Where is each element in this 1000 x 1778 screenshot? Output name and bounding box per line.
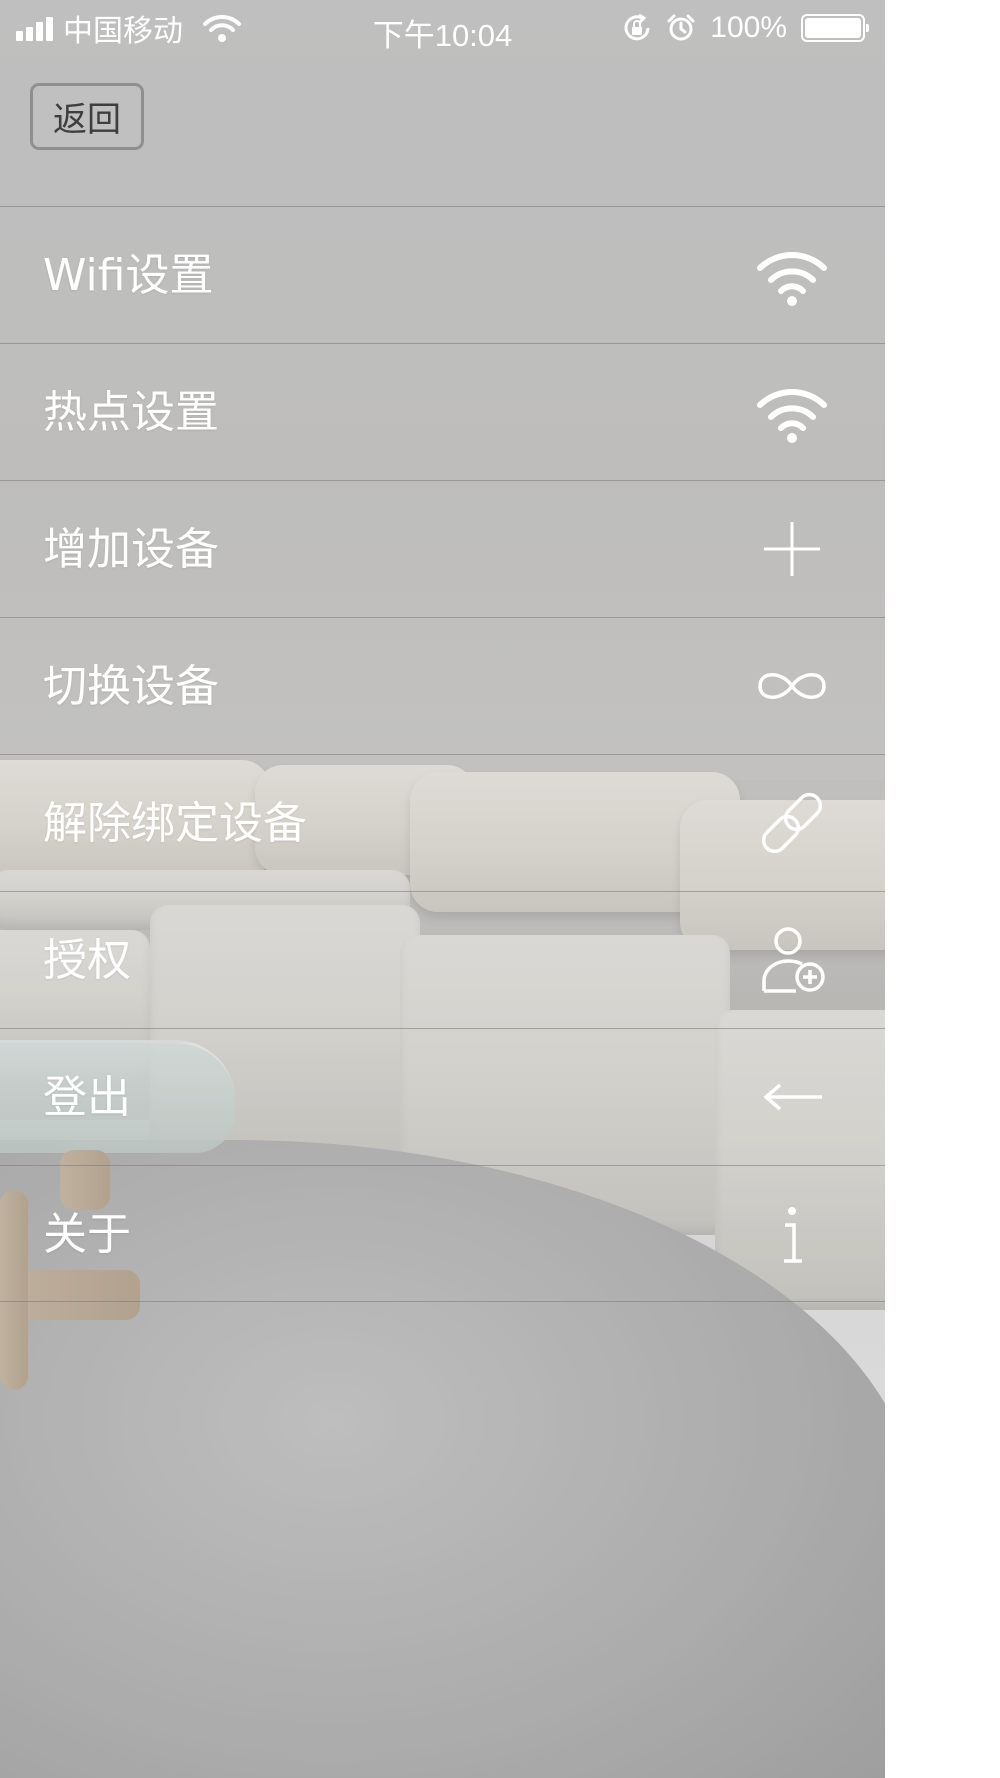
info-icon: [752, 1199, 832, 1269]
menu-item-label: 增加设备: [43, 524, 219, 575]
menu-item-label: Wifi设置: [43, 250, 214, 301]
screen: 中国移动 下午10:04 100% 返回 Wifi设置 热点设置 增加设备 切换…: [0, 0, 885, 1778]
menu-item-label: 关于: [43, 1209, 131, 1260]
battery-icon: [801, 14, 869, 42]
menu-item-label: 热点设置: [43, 387, 219, 438]
alarm-icon: [666, 13, 696, 43]
menu-item-label: 授权: [43, 935, 131, 986]
plus-icon: [752, 514, 832, 584]
menu-item-wifi-settings[interactable]: Wifi设置: [0, 206, 885, 343]
back-button[interactable]: 返回: [30, 83, 144, 150]
menu-item-unbind-device[interactable]: 解除绑定设备: [0, 754, 885, 891]
arrow-left-icon: [752, 1062, 832, 1132]
menu-item-label: 切换设备: [43, 661, 219, 712]
wifi-icon: [752, 377, 832, 447]
rotation-lock-icon: [622, 13, 652, 43]
settings-menu: Wifi设置 热点设置 增加设备 切换设备 解除绑定设备 授权 登出 关于: [0, 206, 885, 1302]
battery-percent: 100%: [710, 11, 787, 44]
status-bar: 中国移动 下午10:04 100%: [0, 0, 885, 56]
wifi-icon: [752, 240, 832, 310]
add-user-icon: [752, 925, 832, 995]
status-right: 100%: [622, 8, 869, 48]
infinity-icon: [752, 651, 832, 721]
menu-item-label: 登出: [43, 1072, 131, 1123]
menu-item-authorize[interactable]: 授权: [0, 891, 885, 1028]
menu-item-hotspot-settings[interactable]: 热点设置: [0, 343, 885, 480]
menu-item-about[interactable]: 关于: [0, 1165, 885, 1302]
menu-item-add-device[interactable]: 增加设备: [0, 480, 885, 617]
link-icon: [752, 788, 832, 858]
menu-item-label: 解除绑定设备: [43, 798, 307, 849]
menu-item-logout[interactable]: 登出: [0, 1028, 885, 1165]
menu-item-switch-device[interactable]: 切换设备: [0, 617, 885, 754]
